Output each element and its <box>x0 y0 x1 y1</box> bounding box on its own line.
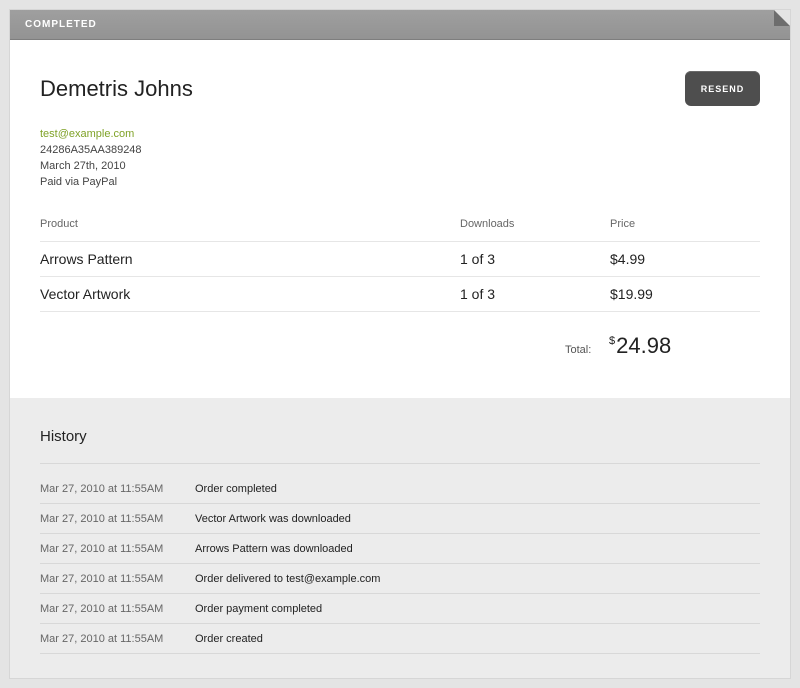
payment-method: Paid via PayPal <box>40 176 118 188</box>
download-count: 1 of 3 <box>460 286 496 302</box>
history-panel: History Mar 27, 2010 at 11:55AM Order co… <box>10 398 790 678</box>
history-divider <box>40 653 760 654</box>
product-price: $4.99 <box>610 251 646 267</box>
resend-button[interactable]: RESEND <box>685 71 760 106</box>
history-time: Mar 27, 2010 at 11:55AM <box>40 543 164 555</box>
product-name: Vector Artwork <box>40 286 131 302</box>
total-currency: $ <box>609 335 616 347</box>
folded-corner-icon <box>774 10 790 26</box>
history-time: Mar 27, 2010 at 11:55AM <box>40 483 164 495</box>
history-event: Order delivered to test@example.com <box>195 573 381 585</box>
history-divider <box>40 563 760 564</box>
table-divider <box>40 276 760 277</box>
history-event: Order created <box>195 633 263 645</box>
history-event: Arrows Pattern was downloaded <box>195 543 353 555</box>
product-name: Arrows Pattern <box>40 251 133 267</box>
customer-email[interactable]: test@example.com <box>40 128 134 140</box>
history-divider <box>40 623 760 624</box>
history-time: Mar 27, 2010 at 11:55AM <box>40 603 164 615</box>
column-header-price: Price <box>610 218 636 230</box>
order-id: 24286A35AA389248 <box>40 144 142 156</box>
history-time: Mar 27, 2010 at 11:55AM <box>40 513 164 525</box>
history-divider <box>40 503 760 504</box>
total-label: Total: <box>565 344 592 356</box>
history-divider <box>40 593 760 594</box>
history-time: Mar 27, 2010 at 11:55AM <box>40 573 164 585</box>
history-event: Order payment completed <box>195 603 323 615</box>
download-count: 1 of 3 <box>460 251 496 267</box>
column-header-product: Product <box>40 218 78 230</box>
history-divider <box>40 463 760 464</box>
total-amount: $24.98 <box>609 333 671 359</box>
status-bar: COMPLETED <box>10 10 790 40</box>
customer-name: Demetris Johns <box>40 76 193 101</box>
product-price: $19.99 <box>610 286 653 302</box>
column-header-downloads: Downloads <box>460 218 515 230</box>
table-divider <box>40 241 760 242</box>
total-value: 24.98 <box>616 333 672 358</box>
status-label: COMPLETED <box>25 19 97 30</box>
table-divider <box>40 311 760 312</box>
history-title: History <box>40 428 87 445</box>
history-time: Mar 27, 2010 at 11:55AM <box>40 633 164 645</box>
order-date: March 27th, 2010 <box>40 160 126 172</box>
order-card: COMPLETED Demetris Johns RESEND test@exa… <box>10 10 790 678</box>
history-event: Vector Artwork was downloaded <box>195 513 351 525</box>
history-event: Order completed <box>195 483 277 495</box>
history-divider <box>40 533 760 534</box>
